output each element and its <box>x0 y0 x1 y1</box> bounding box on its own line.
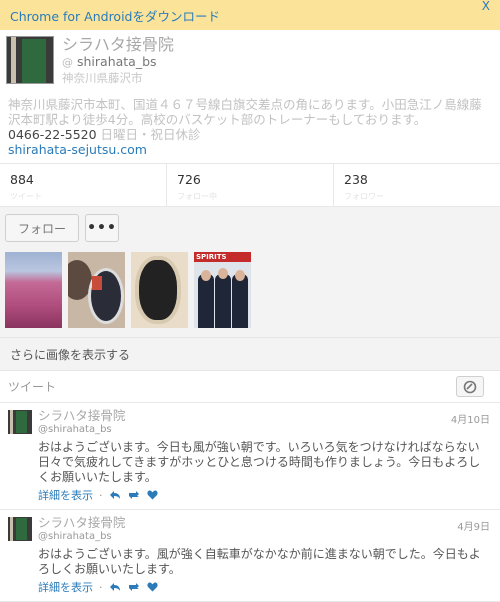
photo-thumbnail-blossoms[interactable] <box>5 252 62 328</box>
tweet-date[interactable]: 4月9日 <box>457 518 490 533</box>
tweet-author-handle[interactable]: @shirahata_bs <box>38 530 492 543</box>
profile-location: 神奈川県藤沢市 <box>62 71 143 85</box>
photo-thumbnail-poster[interactable]: SPIRITS <box>194 252 251 328</box>
bio-phone: 0466-22-5520 <box>8 127 97 142</box>
stat-following-count: 726 <box>177 172 201 187</box>
profile-actions: フォロー ••• <box>0 207 500 249</box>
tweet-details-link[interactable]: 詳細を表示 <box>38 579 93 595</box>
more-options-button[interactable]: ••• <box>85 214 119 242</box>
favorite-icon[interactable] <box>146 582 158 592</box>
tweets-header: ツイート <box>0 371 500 403</box>
profile-handle-text: shirahata_bs <box>76 54 157 69</box>
tweet-actions: 詳細を表示 · <box>38 579 492 595</box>
profile-handle: @ shirahata_bs <box>62 54 174 71</box>
at-symbol: @ <box>62 56 73 69</box>
photo-thumbnail-mirror[interactable] <box>131 252 188 328</box>
tweet-avatar[interactable] <box>8 517 32 541</box>
reply-icon[interactable] <box>109 490 121 500</box>
tweets-header-label: ツイート <box>8 380 57 394</box>
stat-tweets-label: ツイート <box>10 192 42 201</box>
tweet-avatar[interactable] <box>8 410 32 434</box>
close-banner-button[interactable]: X <box>482 0 490 13</box>
photo-thumbnail-equipment[interactable] <box>68 252 125 328</box>
reply-icon[interactable] <box>109 582 121 592</box>
photo-strip: SPIRITS <box>0 249 500 337</box>
profile-bio: 神奈川県藤沢市本町、国道４６７号線白旗交差点の角にあります。小田急江ノ島線藤沢本… <box>0 85 500 163</box>
profile-avatar <box>6 36 54 84</box>
tweet-item[interactable]: シラハタ接骨院 @shirahata_bs おはようございます。今日も風が強い朝… <box>0 403 500 510</box>
tweet-details-link[interactable]: 詳細を表示 <box>38 487 93 503</box>
compose-tweet-button[interactable] <box>456 376 484 397</box>
tweet-actions: 詳細を表示 · <box>38 487 492 503</box>
stat-followers-label: フォロワー <box>344 192 384 201</box>
stat-following[interactable]: 726 フォロー中 <box>166 164 333 206</box>
poster-title: SPIRITS <box>194 252 251 262</box>
follow-button[interactable]: フォロー <box>5 214 79 242</box>
tweet-item[interactable]: シラハタ接骨院 @shirahata_bs おはようございます。風が強く自転車が… <box>0 510 500 602</box>
stat-following-label: フォロー中 <box>177 192 217 201</box>
stat-followers[interactable]: 238 フォロワー <box>333 164 500 206</box>
favorite-icon[interactable] <box>146 490 158 500</box>
bio-text: 神奈川県藤沢市本町、国道４６７号線白旗交差点の角にあります。小田急江ノ島線藤沢本… <box>8 97 482 127</box>
download-banner[interactable]: Chrome for Androidをダウンロード X <box>0 0 500 30</box>
profile-name: シラハタ接骨院 <box>62 35 174 54</box>
profile-website-link[interactable]: shirahata-sejutsu.com <box>8 142 492 157</box>
profile-stats: 884 ツイート 726 フォロー中 238 フォロワー <box>0 163 500 207</box>
profile-header: シラハタ接骨院 @ shirahata_bs 神奈川県藤沢市 <box>0 30 500 85</box>
stat-followers-count: 238 <box>344 172 368 187</box>
tweet-author-name[interactable]: シラハタ接骨院 <box>38 409 492 423</box>
stat-tweets[interactable]: 884 ツイート <box>0 164 166 206</box>
tweet-author-name[interactable]: シラハタ接骨院 <box>38 516 492 530</box>
compose-icon <box>463 380 477 393</box>
retweet-icon[interactable] <box>127 490 141 500</box>
tweet-text: おはようございます。風が強く自転車がなかなか前に進まない朝でした。今日もよろしく… <box>38 547 481 576</box>
show-more-images-link[interactable]: さらに画像を表示する <box>0 337 500 371</box>
tweet-text: おはようございます。今日も風が強い朝です。いろいろ気をつけなければならない日々で… <box>38 440 481 484</box>
stat-tweets-count: 884 <box>10 172 34 187</box>
download-banner-text[interactable]: Chrome for Androidをダウンロード <box>10 6 220 25</box>
retweet-icon[interactable] <box>127 582 141 592</box>
tweet-date[interactable]: 4月10日 <box>451 411 490 426</box>
bio-hours: 日曜日・祝日休診 <box>100 127 201 142</box>
tweet-author-handle[interactable]: @shirahata_bs <box>38 423 492 436</box>
